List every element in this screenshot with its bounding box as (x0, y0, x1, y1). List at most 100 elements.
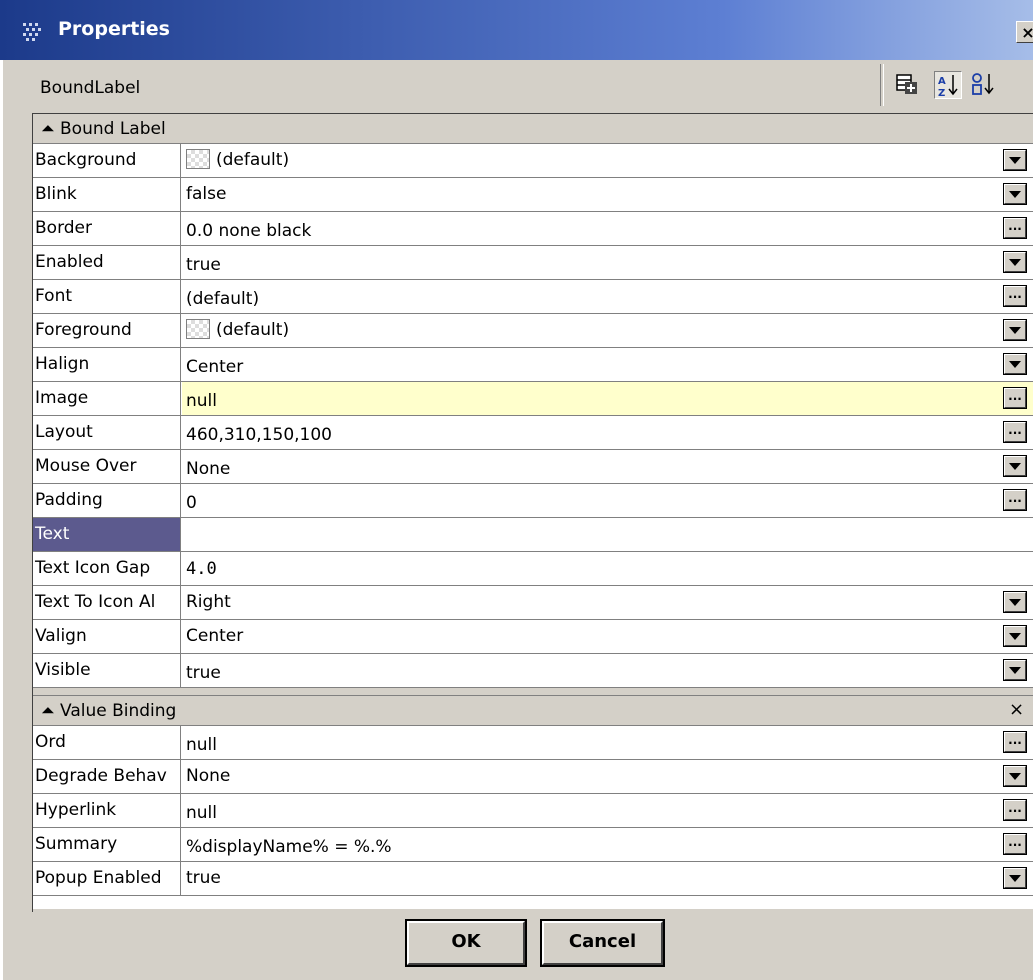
property-row-mouse-over[interactable]: Mouse Over None (33, 450, 1033, 484)
transparent-swatch-icon (186, 148, 210, 169)
dropdown-button[interactable] (1003, 251, 1027, 273)
property-value[interactable]: true (182, 862, 1002, 895)
property-value[interactable]: None (182, 450, 1002, 483)
property-value[interactable]: (default) (182, 280, 1002, 313)
property-row-popup-enabled[interactable]: Popup Enabled true (33, 862, 1033, 896)
property-row-font[interactable]: Font (default) ... (33, 280, 1033, 314)
ellipsis-icon: ... (1008, 733, 1022, 747)
dropdown-button[interactable] (1003, 625, 1027, 647)
property-value[interactable]: true (182, 246, 1002, 279)
title-bar: Properties × (0, 0, 1033, 60)
property-sheet-header: BoundLabel A Z (32, 60, 1033, 113)
dropdown-button[interactable] (1003, 765, 1027, 787)
dropdown-button[interactable] (1003, 149, 1027, 171)
property-value[interactable]: null (182, 382, 1033, 415)
property-value-input[interactable] (182, 518, 1002, 551)
property-row-halign[interactable]: Halign Center (33, 348, 1033, 382)
property-row-hyperlink[interactable]: Hyperlink null ... (33, 794, 1033, 828)
dropdown-button[interactable] (1003, 455, 1027, 477)
property-name: Summary (33, 828, 181, 861)
ellipsis-button[interactable]: ... (1003, 217, 1027, 239)
ellipsis-button[interactable]: ... (1003, 833, 1027, 855)
sort-numeric-button[interactable] (970, 71, 998, 99)
window-close-button[interactable]: × (1016, 21, 1033, 43)
property-name: Layout (33, 416, 181, 449)
property-value[interactable]: Center (182, 620, 1002, 653)
property-value[interactable]: Center (182, 348, 1002, 381)
property-row-layout[interactable]: Layout 460,310,150,100 ... (33, 416, 1033, 450)
property-sheet: ⏶ Bound Label Background (default) Blink… (32, 113, 1033, 913)
property-value[interactable]: 0 (182, 484, 1002, 517)
collapse-up-icon: ⏶ (41, 701, 55, 721)
property-row-visible[interactable]: Visible true (33, 654, 1033, 688)
ellipsis-icon: ... (1008, 491, 1022, 505)
property-value[interactable]: null (182, 794, 1002, 827)
chevron-down-icon (1009, 463, 1021, 470)
property-value[interactable]: null (182, 726, 1002, 759)
close-icon: × (1021, 23, 1033, 42)
property-row-text-icon-gap[interactable]: Text Icon Gap 4.0 (33, 552, 1033, 586)
property-value[interactable]: (default) (182, 144, 1002, 177)
property-name: Padding (33, 484, 181, 517)
property-row-valign[interactable]: Valign Center (33, 620, 1033, 654)
property-row-degrade-behavior[interactable]: Degrade Behav None (33, 760, 1033, 794)
dropdown-button[interactable] (1003, 867, 1027, 889)
property-value-input[interactable]: 4.0 (182, 552, 1002, 585)
property-row-background[interactable]: Background (default) (33, 144, 1033, 178)
cancel-button[interactable]: Cancel (540, 919, 665, 967)
ellipsis-icon: ... (1008, 835, 1022, 849)
property-value[interactable]: None (182, 760, 1002, 793)
add-slot-button[interactable] (894, 71, 922, 99)
sort-numeric-icon (972, 73, 994, 95)
dropdown-button[interactable] (1003, 353, 1027, 375)
group-header-bound-label[interactable]: ⏶ Bound Label (33, 114, 1033, 144)
ellipsis-button[interactable]: ... (1003, 489, 1027, 511)
property-name: Visible (33, 654, 181, 687)
dropdown-button[interactable] (1003, 183, 1027, 205)
property-name: Border (33, 212, 181, 245)
toolbar-separator (880, 64, 884, 106)
property-value[interactable]: true (182, 654, 1002, 687)
property-value[interactable]: Right (182, 586, 1002, 619)
ellipsis-button[interactable]: ... (1003, 799, 1027, 821)
dropdown-button[interactable] (1003, 319, 1027, 341)
sort-alpha-button[interactable]: A Z (934, 71, 962, 99)
property-row-ord[interactable]: Ord null ... (33, 726, 1033, 760)
property-name: Background (33, 144, 181, 177)
svg-text:Z: Z (938, 88, 945, 98)
property-row-border[interactable]: Border 0.0 none black ... (33, 212, 1033, 246)
property-value[interactable]: false (182, 178, 1002, 211)
property-row-enabled[interactable]: Enabled true (33, 246, 1033, 280)
property-row-blink[interactable]: Blink false (33, 178, 1033, 212)
ellipsis-icon: ... (1008, 287, 1022, 301)
property-row-text-to-icon-align[interactable]: Text To Icon Al Right (33, 586, 1033, 620)
dropdown-button[interactable] (1003, 591, 1027, 613)
ellipsis-button[interactable]: ... (1003, 285, 1027, 307)
chevron-down-icon (1009, 361, 1021, 368)
property-row-image[interactable]: Image null ... (33, 382, 1033, 416)
property-name: Mouse Over (33, 450, 181, 483)
property-name: Hyperlink (33, 794, 181, 827)
dropdown-button[interactable] (1003, 659, 1027, 681)
property-value[interactable]: (default) (182, 314, 1002, 347)
ok-button[interactable]: OK (405, 919, 527, 967)
property-name: Text To Icon Al (33, 586, 181, 619)
property-value[interactable]: 460,310,150,100 (182, 416, 1002, 449)
ellipsis-button[interactable]: ... (1003, 421, 1027, 443)
svg-text:A: A (938, 76, 946, 87)
property-row-summary[interactable]: Summary %displayName% = %.% ... (33, 828, 1033, 862)
property-name: Text Icon Gap (33, 552, 181, 585)
property-value[interactable]: %displayName% = %.% (182, 828, 1002, 861)
property-value[interactable]: 0.0 none black (182, 212, 1002, 245)
ellipsis-button[interactable]: ... (1003, 387, 1027, 409)
property-row-text[interactable]: Text (33, 518, 1033, 552)
group-header-value-binding[interactable]: ⏶ Value Binding × (33, 696, 1033, 726)
object-name-label: BoundLabel (40, 78, 141, 98)
property-row-foreground[interactable]: Foreground (default) (33, 314, 1033, 348)
remove-group-icon[interactable]: × (1009, 699, 1024, 720)
property-name: Image (33, 382, 181, 415)
sort-alpha-icon: A Z (938, 75, 958, 99)
window-title: Properties (58, 18, 170, 40)
ellipsis-button[interactable]: ... (1003, 731, 1027, 753)
property-row-padding[interactable]: Padding 0 ... (33, 484, 1033, 518)
